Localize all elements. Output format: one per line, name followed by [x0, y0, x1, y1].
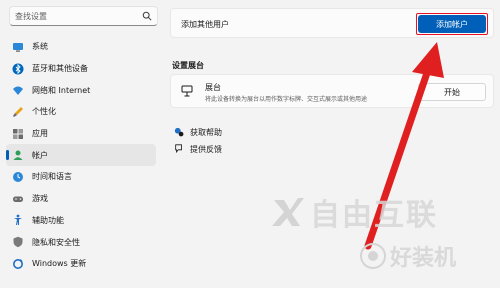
help-icon [174, 127, 184, 137]
search-icon [142, 11, 152, 21]
kiosk-section-title: 设置展台 [172, 61, 204, 70]
sidebar-item-label: 帐户 [32, 150, 48, 160]
get-help-label: 获取帮助 [190, 127, 222, 137]
sidebar-item-privacy[interactable]: 隐私和安全性 [6, 231, 156, 253]
start-button[interactable]: 开始 [418, 83, 486, 101]
sidebar-item-time-language[interactable]: 时间和语言 [6, 166, 156, 188]
feedback-label: 提供反馈 [190, 144, 222, 154]
watermark-text-2: 好装机 [390, 246, 457, 271]
watermark-text: 自由互联 [310, 198, 438, 233]
add-account-button[interactable]: 添加帐户 [418, 15, 486, 33]
sidebar-item-label: 应用 [32, 129, 48, 139]
shield-icon [12, 236, 24, 248]
get-help-link[interactable]: 获取帮助 [174, 126, 222, 138]
sidebar-item-network[interactable]: 网络和 Internet [6, 79, 156, 101]
bluetooth-icon [12, 63, 24, 75]
sidebar-item-label: 网络和 Internet [32, 85, 91, 95]
person-icon [12, 149, 24, 161]
kiosk-card: 展台 将此设备转换为展台以用作数字标牌、交互式展示或其他用途 开始 [170, 74, 494, 108]
sidebar-item-accounts[interactable]: 帐户 [6, 144, 156, 167]
kiosk-icon [181, 85, 193, 97]
brand-watermark: 自由互联 [270, 190, 438, 234]
globe-clock-icon [12, 171, 24, 183]
sidebar-item-bluetooth[interactable]: 蓝牙和其他设备 [6, 58, 156, 80]
sidebar-item-label: 蓝牙和其他设备 [32, 64, 88, 74]
add-other-user-card: 添加其他用户 添加帐户 [170, 8, 494, 38]
sidebar-item-label: 个性化 [32, 107, 56, 117]
logo-icon [272, 198, 304, 226]
sidebar-item-apps[interactable]: 应用 [6, 123, 156, 145]
monitor-icon [12, 41, 24, 53]
badge-icon [360, 243, 386, 269]
search-placeholder: 查找设置 [15, 11, 47, 21]
sidebar-item-label: 辅助功能 [32, 215, 64, 225]
update-icon [12, 258, 24, 270]
sidebar-item-label: 游戏 [32, 194, 48, 204]
feedback-icon [175, 144, 182, 154]
secondary-watermark: 好装机 [360, 240, 456, 272]
sidebar-item-system[interactable]: 系统 [6, 36, 156, 58]
accessibility-icon [12, 214, 24, 226]
sidebar-nav: 系统 蓝牙和其他设备 网络和 Internet 个性化 应用 帐户 时间和语言 … [6, 36, 156, 275]
sidebar: 查找设置 系统 蓝牙和其他设备 网络和 Internet 个性化 应用 帐户 时… [0, 0, 162, 288]
sidebar-item-label: Windows 更新 [32, 259, 87, 269]
search-input[interactable]: 查找设置 [9, 6, 158, 26]
brush-icon [12, 106, 24, 118]
wifi-icon [12, 84, 24, 96]
sidebar-item-label: 时间和语言 [32, 172, 72, 182]
apps-icon [12, 128, 24, 140]
sidebar-item-accessibility[interactable]: 辅助功能 [6, 210, 156, 232]
sidebar-item-label: 系统 [32, 42, 48, 52]
sidebar-item-gaming[interactable]: 游戏 [6, 188, 156, 210]
sidebar-item-personalization[interactable]: 个性化 [6, 101, 156, 123]
sidebar-item-windows-update[interactable]: Windows 更新 [6, 253, 156, 275]
kiosk-title: 展台 [205, 83, 221, 92]
sidebar-item-label: 隐私和安全性 [32, 237, 80, 247]
kiosk-description: 将此设备转换为展台以用作数字标牌、交互式展示或其他用途 [205, 96, 368, 103]
feedback-link[interactable]: 提供反馈 [174, 143, 222, 155]
gamepad-icon [12, 193, 24, 205]
add-other-user-label: 添加其他用户 [181, 20, 229, 29]
